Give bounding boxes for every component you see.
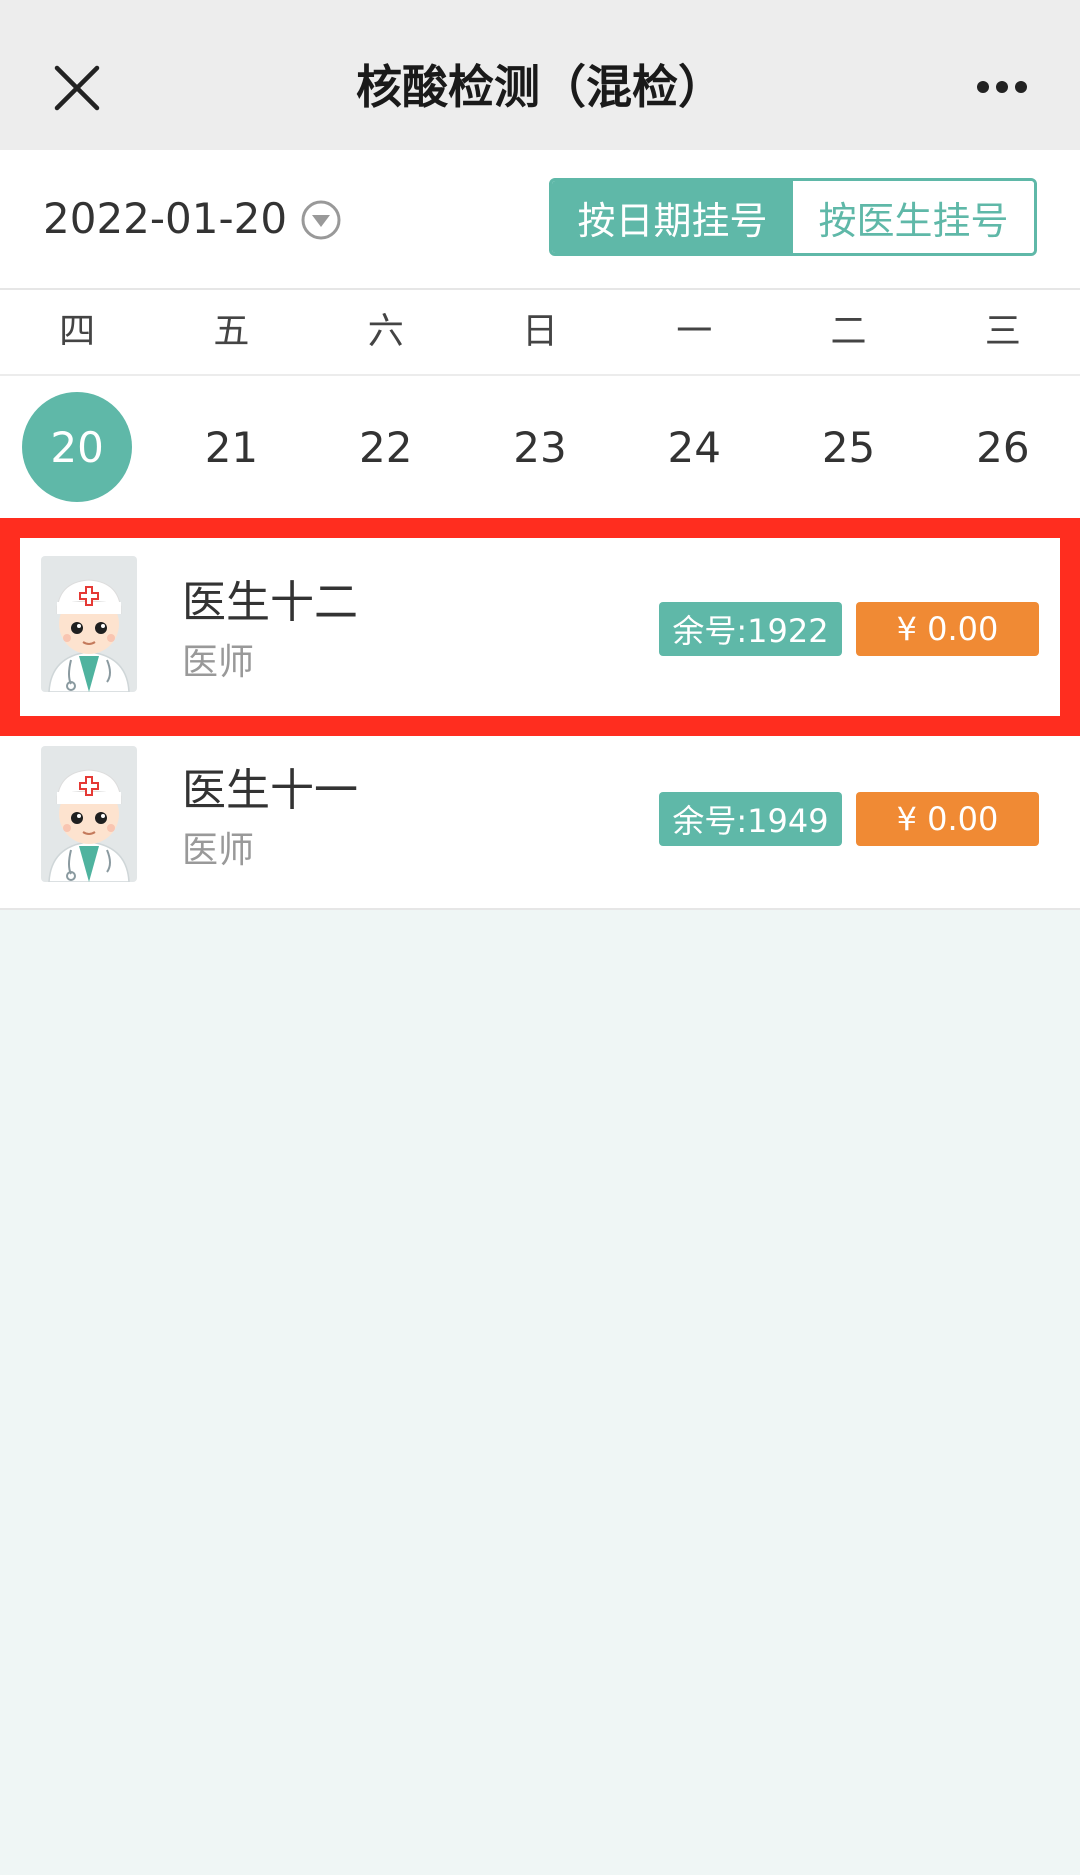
more-dots-icon[interactable] <box>976 79 1028 95</box>
page-title: 核酸检测（混检） <box>356 60 724 114</box>
weekday-label: 一 <box>676 311 713 352</box>
booking-mode-toggle: 按日期挂号 按医生挂号 <box>549 178 1037 256</box>
date-number: 26 <box>976 422 1030 472</box>
price-badge[interactable]: ¥ 0.00 <box>856 602 1039 656</box>
chevron-down-circle-icon[interactable] <box>300 199 342 241</box>
date-selector: 2022-01-20 按日期挂号 按医生挂号 <box>0 150 1080 290</box>
doctor-card-highlighted[interactable]: 医生十二 医师 余号:1922 ¥ 0.00 <box>0 518 1080 736</box>
tab-by-date[interactable]: 按日期挂号 <box>552 181 793 253</box>
date-number: 25 <box>821 422 876 472</box>
date-cell-selected[interactable]: 20 <box>0 376 154 518</box>
date-cell[interactable]: 25 <box>771 376 925 518</box>
remaining-slots-badge: 余号:1949 <box>659 792 842 846</box>
doctor-avatar-icon <box>41 746 137 882</box>
weekday-label: 五 <box>213 311 250 352</box>
date-cell[interactable]: 23 <box>463 376 617 518</box>
selected-date[interactable]: 2022-01-20 <box>43 150 287 288</box>
date-number: 24 <box>667 422 721 472</box>
weekday-label: 四 <box>59 311 96 352</box>
doctor-name: 医生十一 <box>182 765 358 816</box>
date-cell[interactable]: 22 <box>309 376 463 518</box>
date-cell[interactable]: 24 <box>617 376 771 518</box>
date-picker-row: 20 21 22 23 24 25 26 <box>0 376 1080 518</box>
doctor-title: 医师 <box>182 830 255 871</box>
date-number: 22 <box>358 422 413 472</box>
doctor-title: 医师 <box>182 642 255 683</box>
doctor-avatar-icon <box>41 556 137 692</box>
date-cell[interactable]: 21 <box>154 376 308 518</box>
weekday-header: 四 五 六 日 一 二 三 <box>0 290 1080 376</box>
weekday-label: 三 <box>984 311 1021 352</box>
weekday-label: 六 <box>367 311 404 352</box>
date-number: 21 <box>204 422 259 472</box>
tab-by-doctor[interactable]: 按医生挂号 <box>793 181 1034 253</box>
doctor-name: 医生十二 <box>182 577 358 628</box>
weekday-label: 日 <box>521 311 558 352</box>
price-badge[interactable]: ¥ 0.00 <box>856 792 1039 846</box>
date-cell[interactable]: 26 <box>926 376 1080 518</box>
date-number: 23 <box>513 422 567 472</box>
weekday-label: 二 <box>830 311 867 352</box>
remaining-slots-badge: 余号:1922 <box>659 602 842 656</box>
doctor-list: 医生十二 医师 余号:1922 ¥ 0.00 医生十一 医师 余号:1949 ¥… <box>0 518 1080 910</box>
date-number: 20 <box>22 392 133 502</box>
navbar: 核酸检测（混检） <box>0 0 1080 150</box>
doctor-card[interactable]: 医生十一 医师 余号:1949 ¥ 0.00 <box>0 736 1080 910</box>
